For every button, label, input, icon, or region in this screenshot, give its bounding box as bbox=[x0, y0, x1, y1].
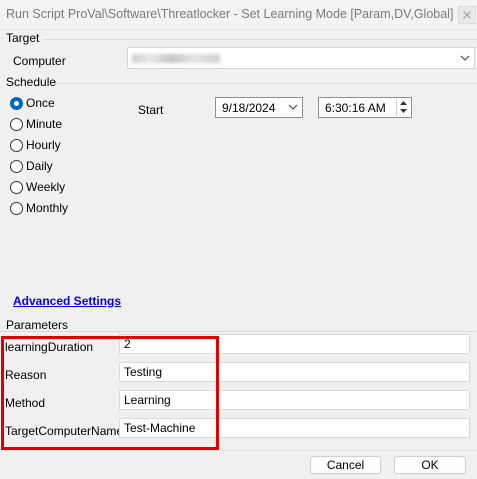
radio-button[interactable] bbox=[10, 138, 23, 152]
chevron-down-icon bbox=[460, 55, 470, 61]
computer-label: Computer bbox=[13, 54, 66, 68]
param-label-method: Method bbox=[5, 396, 46, 410]
triangle-down-icon bbox=[400, 109, 407, 113]
triangle-up-icon bbox=[400, 101, 407, 105]
target-section-label: Target bbox=[6, 31, 40, 45]
window-title: Run Script ProVal\Software\Threatlocker … bbox=[6, 7, 454, 21]
start-time-value: 6:30:16 AM bbox=[325, 101, 386, 115]
param-input-learning-duration[interactable]: 2 bbox=[119, 334, 470, 354]
param-input-reason[interactable]: Testing bbox=[119, 362, 470, 382]
param-label-reason: Reason bbox=[5, 368, 47, 382]
radio-button[interactable] bbox=[10, 159, 23, 173]
close-icon bbox=[463, 11, 471, 19]
time-spinner[interactable] bbox=[396, 99, 410, 116]
param-input-method[interactable]: Learning bbox=[119, 390, 470, 410]
radio-minute-label: Minute bbox=[26, 117, 63, 131]
target-divider bbox=[44, 39, 477, 40]
computer-value-redacted bbox=[132, 54, 220, 63]
spin-down-button[interactable] bbox=[397, 107, 410, 115]
start-date-value: 9/18/2024 bbox=[222, 101, 276, 115]
start-time-picker[interactable]: 6:30:16 AM bbox=[318, 97, 412, 118]
param-input-target-computer-name[interactable]: Test-Machine bbox=[119, 418, 470, 438]
radio-minute[interactable]: Minute bbox=[10, 116, 62, 132]
cancel-button[interactable]: Cancel bbox=[310, 456, 381, 474]
start-label: Start bbox=[138, 103, 164, 117]
radio-hourly[interactable]: Hourly bbox=[10, 137, 61, 153]
radio-button[interactable] bbox=[10, 201, 23, 215]
parameters-section-label: Parameters bbox=[6, 318, 69, 332]
advanced-settings-link[interactable]: Advanced Settings bbox=[13, 294, 121, 308]
computer-select[interactable] bbox=[127, 47, 475, 69]
chevron-down-icon bbox=[288, 104, 298, 110]
param-label-learning-duration: learningDuration bbox=[5, 340, 94, 354]
ok-button[interactable]: OK bbox=[394, 456, 466, 474]
radio-daily[interactable]: Daily bbox=[10, 158, 53, 174]
radio-weekly[interactable]: Weekly bbox=[10, 179, 65, 195]
radio-once-label: Once bbox=[26, 96, 55, 110]
close-button[interactable] bbox=[458, 6, 476, 24]
footer-divider bbox=[0, 450, 477, 451]
radio-button[interactable] bbox=[10, 117, 23, 131]
radio-daily-label: Daily bbox=[26, 159, 53, 173]
start-date-picker[interactable]: 9/18/2024 bbox=[215, 97, 303, 118]
radio-weekly-label: Weekly bbox=[26, 180, 66, 194]
radio-hourly-label: Hourly bbox=[26, 138, 61, 152]
schedule-section-label: Schedule bbox=[6, 75, 57, 89]
radio-monthly-label: Monthly bbox=[26, 201, 69, 215]
parameters-divider bbox=[0, 331, 477, 332]
radio-button[interactable] bbox=[10, 180, 23, 194]
schedule-divider bbox=[54, 83, 477, 84]
title-bar: Run Script ProVal\Software\Threatlocker … bbox=[0, 0, 477, 30]
radio-button-checked[interactable] bbox=[10, 96, 23, 110]
param-label-target-computer-name: TargetComputerName bbox=[5, 424, 124, 438]
spin-up-button[interactable] bbox=[397, 99, 410, 107]
radio-monthly[interactable]: Monthly bbox=[10, 200, 68, 216]
radio-once[interactable]: Once bbox=[10, 95, 55, 111]
